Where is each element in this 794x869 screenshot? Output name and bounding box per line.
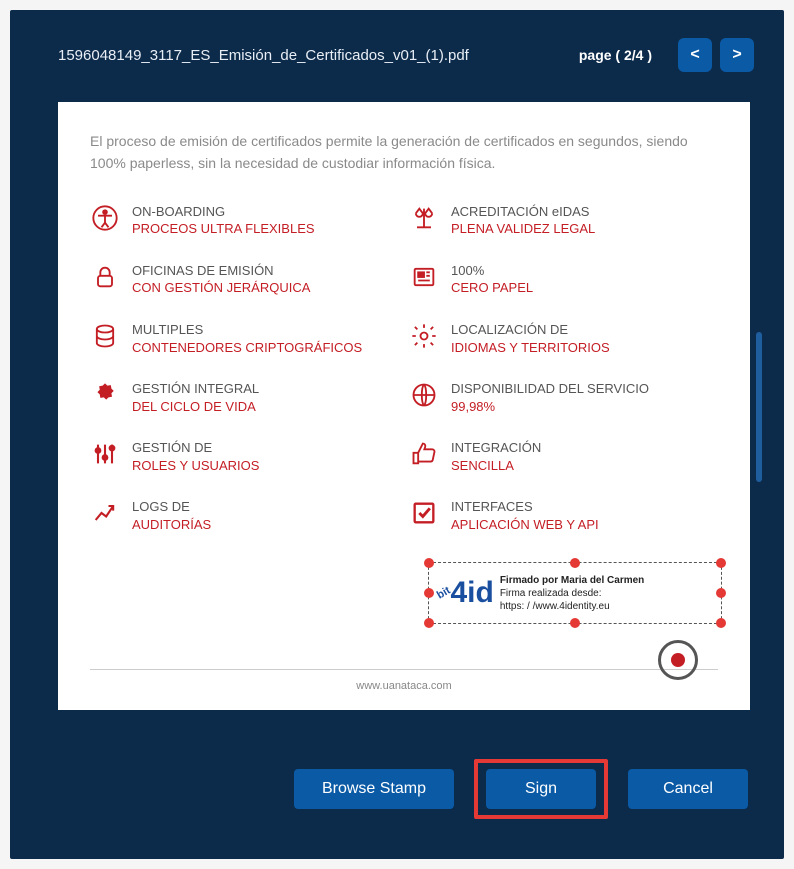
pdf-sign-modal: 1596048149_3117_ES_Emisión_de_Certificad… — [10, 10, 784, 859]
gear-icon — [409, 321, 439, 351]
feature-sub: IDIOMAS Y TERRITORIOS — [451, 339, 610, 357]
feature-sub: ROLES Y USUARIOS — [132, 457, 259, 475]
sign-button[interactable]: Sign — [486, 769, 596, 809]
feature-localization: LOCALIZACIÓN DEIDIOMAS Y TERRITORIOS — [409, 321, 718, 356]
feature-title: GESTIÓN DE — [132, 439, 259, 457]
pdf-viewer[interactable]: El proceso de emisión de certificados pe… — [58, 102, 754, 730]
globe-icon — [409, 380, 439, 410]
feature-columns: ON-BOARDINGPROCEOS ULTRA FLEXIBLES OFICI… — [90, 203, 718, 558]
feature-interfaces: INTERFACESAPLICACIÓN WEB Y API — [409, 498, 718, 533]
chart-icon — [90, 498, 120, 528]
feature-sub: APLICACIÓN WEB Y API — [451, 516, 599, 534]
feature-paperless: 100%CERO PAPEL — [409, 262, 718, 297]
feature-title: DISPONIBILIDAD DEL SERVICIO — [451, 380, 649, 398]
database-icon — [90, 321, 120, 351]
browse-stamp-button[interactable]: Browse Stamp — [294, 769, 454, 809]
check-icon — [409, 498, 439, 528]
prev-page-button[interactable]: < — [678, 38, 712, 72]
stamp-logo: bit4id — [437, 576, 494, 610]
feature-title: ACREDITACIÓN eIDAS — [451, 203, 595, 221]
feature-title: 100% — [451, 262, 533, 280]
sliders-icon — [90, 439, 120, 469]
feature-sub: SENCILLA — [451, 457, 541, 475]
accessibility-icon — [90, 203, 120, 233]
feature-integration: INTEGRACIÓNSENCILLA — [409, 439, 718, 474]
feature-sub: PLENA VALIDEZ LEGAL — [451, 220, 595, 238]
resize-handle[interactable] — [716, 558, 726, 568]
feature-title: INTEGRACIÓN — [451, 439, 541, 457]
next-page-button[interactable]: > — [720, 38, 754, 72]
thumbsup-icon — [409, 439, 439, 469]
left-column: ON-BOARDINGPROCEOS ULTRA FLEXIBLES OFICI… — [90, 203, 399, 558]
scrollbar-thumb[interactable] — [756, 332, 762, 482]
feature-title: MULTIPLES — [132, 321, 362, 339]
page-indicator: page ( 2/4 ) — [579, 47, 652, 63]
feature-title: GESTIÓN INTEGRAL — [132, 380, 259, 398]
feature-roles: GESTIÓN DEROLES Y USUARIOS — [90, 439, 399, 474]
feature-availability: DISPONIBILIDAD DEL SERVICIO99,98% — [409, 380, 718, 415]
modal-header: 1596048149_3117_ES_Emisión_de_Certificad… — [10, 10, 784, 82]
badge-icon — [90, 380, 120, 410]
feature-sub: DEL CICLO DE VIDA — [132, 398, 259, 416]
sign-highlight: Sign — [474, 759, 608, 819]
feature-title: INTERFACES — [451, 498, 599, 516]
lock-icon — [90, 262, 120, 292]
page-footer: www.uanataca.com — [90, 669, 718, 692]
pdf-page: El proceso de emisión de certificados pe… — [58, 102, 750, 710]
feature-logs: LOGS DEAUDITORÍAS — [90, 498, 399, 533]
feature-sub: AUDITORÍAS — [132, 516, 211, 534]
resize-handle[interactable] — [716, 618, 726, 628]
scales-icon — [409, 203, 439, 233]
feature-title: LOGS DE — [132, 498, 211, 516]
feature-lifecycle: GESTIÓN INTEGRALDEL CICLO DE VIDA — [90, 380, 399, 415]
feature-title: OFICINAS DE EMISIÓN — [132, 262, 310, 280]
document-filename: 1596048149_3117_ES_Emisión_de_Certificad… — [58, 47, 579, 64]
brand-logo-icon — [658, 640, 698, 680]
resize-handle[interactable] — [424, 588, 434, 598]
feature-eidas: ACREDITACIÓN eIDASPLENA VALIDEZ LEGAL — [409, 203, 718, 238]
feature-containers: MULTIPLESCONTENEDORES CRIPTOGRÁFICOS — [90, 321, 399, 356]
feature-title: LOCALIZACIÓN DE — [451, 321, 610, 339]
feature-sub: CON GESTIÓN JERÁRQUICA — [132, 279, 310, 297]
resize-handle[interactable] — [424, 558, 434, 568]
right-column: ACREDITACIÓN eIDASPLENA VALIDEZ LEGAL 10… — [409, 203, 718, 558]
feature-title: ON-BOARDING — [132, 203, 315, 221]
signature-stamp[interactable]: bit4id Firmado por Maria del Carmen Firm… — [428, 562, 722, 624]
resize-handle[interactable] — [570, 618, 580, 628]
newspaper-icon — [409, 262, 439, 292]
resize-handle[interactable] — [570, 558, 580, 568]
action-bar: Browse Stamp Sign Cancel — [294, 759, 748, 819]
feature-sub: 99,98% — [451, 398, 649, 416]
feature-sub: CERO PAPEL — [451, 279, 533, 297]
cancel-button[interactable]: Cancel — [628, 769, 748, 809]
stamp-text: Firmado por Maria del Carmen Firma reali… — [500, 574, 644, 613]
feature-sub: PROCEOS ULTRA FLEXIBLES — [132, 220, 315, 238]
feature-onboarding: ON-BOARDINGPROCEOS ULTRA FLEXIBLES — [90, 203, 399, 238]
footer-url: www.uanataca.com — [356, 680, 451, 692]
resize-handle[interactable] — [716, 588, 726, 598]
resize-handle[interactable] — [424, 618, 434, 628]
feature-sub: CONTENEDORES CRIPTOGRÁFICOS — [132, 339, 362, 357]
feature-offices: OFICINAS DE EMISIÓNCON GESTIÓN JERÁRQUIC… — [90, 262, 399, 297]
intro-text: El proceso de emisión de certificados pe… — [90, 130, 718, 175]
